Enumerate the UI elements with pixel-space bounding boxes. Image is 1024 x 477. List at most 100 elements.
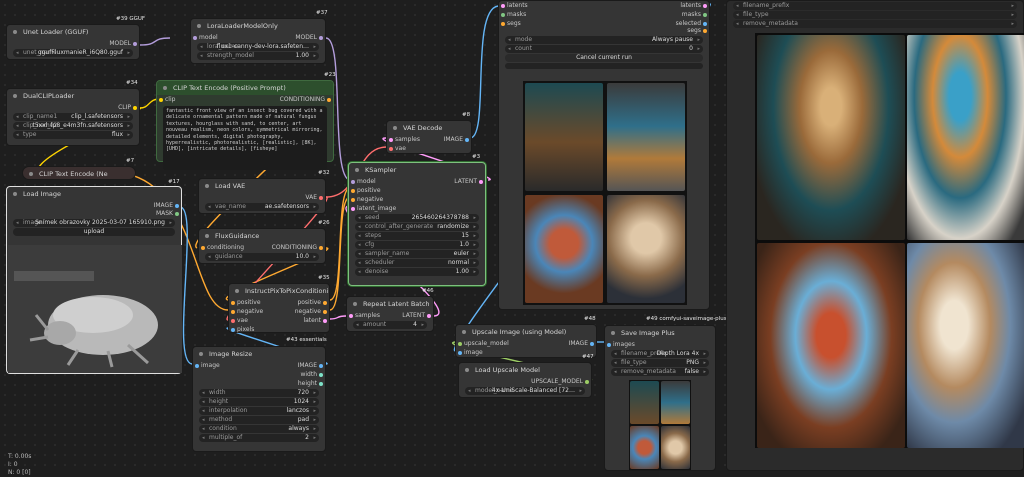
input-socket[interactable] — [351, 197, 355, 202]
large-preview-grid[interactable] — [755, 33, 1024, 448]
large-thumbnail[interactable] — [907, 243, 1024, 448]
output-socket[interactable] — [319, 363, 323, 368]
input-socket[interactable] — [349, 313, 353, 318]
output-socket[interactable] — [465, 137, 469, 142]
preview-thumbnail[interactable] — [525, 195, 603, 303]
width-widget[interactable]: width720 — [199, 389, 319, 397]
lora-name-widget[interactable]: lora_nameflux1-canny-dev-lora.safeten… — [197, 43, 319, 51]
condition-widget[interactable]: conditionalways — [199, 425, 319, 433]
upload-button[interactable]: upload — [13, 228, 175, 236]
method-widget[interactable]: methodpad — [199, 416, 319, 424]
output-socket[interactable] — [319, 372, 323, 377]
control-after-generate-widget[interactable]: control_after_generaterandomize — [355, 223, 479, 231]
output-socket[interactable] — [703, 21, 707, 26]
input-socket[interactable] — [201, 245, 205, 250]
output-socket[interactable] — [323, 300, 327, 305]
node-dualclip-loader[interactable]: DualCLIPLoader CLIP clip_name1clip_l.saf… — [6, 88, 140, 146]
large-thumbnail[interactable] — [907, 35, 1024, 240]
vae-name-widget[interactable]: vae_nameae.safetensors — [205, 203, 319, 211]
save-thumbnail[interactable] — [630, 381, 659, 424]
type-widget[interactable]: typeflux — [13, 131, 133, 139]
node-vae-decode[interactable]: VAE Decode samples IMAGE vae — [386, 120, 472, 154]
filename-prefix-widget[interactable]: filename_prefixDepth Lora 4x — [611, 350, 709, 358]
save-thumbnail[interactable] — [661, 426, 690, 469]
output-socket[interactable] — [327, 97, 331, 102]
node-clip-text-encode-negative[interactable]: CLIP Text Encode (Ne — [22, 166, 136, 180]
count-widget[interactable]: count0 — [505, 45, 703, 53]
model-name-widget[interactable]: model_name4x-UniScale-Balanced [72… — [465, 387, 585, 395]
prompt-textarea[interactable]: fantastic front view of an insect bug co… — [163, 106, 327, 170]
strength-widget[interactable]: strength_model1.00 — [197, 52, 319, 60]
save-thumbnail[interactable] — [661, 381, 690, 424]
node-image-resize[interactable]: Image Resize image IMAGE width height wid… — [192, 346, 326, 452]
input-socket[interactable] — [389, 137, 393, 142]
large-thumbnail[interactable] — [757, 35, 905, 240]
input-socket[interactable] — [159, 97, 163, 102]
node-lora-loader[interactable]: LoraLoaderModelOnly model MODEL lora_name… — [190, 18, 326, 64]
output-socket[interactable] — [479, 179, 483, 184]
clip-name2-widget[interactable]: clip_name2t5xxl_fp8_e4m3fn.safetensors — [13, 122, 133, 130]
input-socket[interactable] — [351, 206, 355, 211]
node-image-chooser[interactable]: latents latents masks masks segs selected s… — [498, 0, 710, 310]
preview-thumbnail[interactable] — [607, 195, 685, 303]
node-ksampler[interactable]: KSampler model LATENT positive negative l… — [348, 162, 486, 286]
input-socket[interactable] — [231, 318, 235, 323]
output-socket[interactable] — [133, 41, 137, 46]
input-socket[interactable] — [195, 363, 199, 368]
output-socket[interactable] — [703, 3, 707, 8]
preview-thumbnail[interactable] — [607, 83, 685, 191]
remove-metadata-widget[interactable]: remove_metadatafalse — [611, 368, 709, 376]
input-socket[interactable] — [389, 146, 393, 151]
output-socket[interactable] — [427, 313, 431, 318]
output-socket[interactable] — [319, 245, 323, 250]
output-socket[interactable] — [703, 28, 707, 33]
image-file-widget[interactable]: imageSnímek obrazovky 2025-03-07 165910.… — [13, 219, 175, 227]
node-load-image[interactable]: Load Image IMAGE MASK imageSnímek obrazo… — [6, 186, 182, 374]
output-socket[interactable] — [133, 105, 137, 110]
node-upscale-image[interactable]: Upscale Image (using Model) upscale_mode… — [455, 324, 597, 358]
node-flux-guidance[interactable]: FluxGuidance conditioning CONDITIONING gu… — [198, 228, 326, 264]
file-type-widget[interactable]: file_typePNG — [611, 359, 709, 367]
output-socket[interactable] — [175, 203, 179, 208]
input-socket[interactable] — [501, 21, 505, 26]
output-socket[interactable] — [703, 12, 707, 17]
height-widget[interactable]: height1024 — [199, 398, 319, 406]
preview-grid[interactable] — [523, 81, 687, 305]
output-socket[interactable] — [323, 318, 327, 323]
input-socket[interactable] — [231, 309, 235, 314]
input-socket[interactable] — [458, 341, 462, 346]
interpolation-widget[interactable]: interpolationlanczos — [199, 407, 319, 415]
input-socket[interactable] — [607, 342, 611, 347]
multiple-of-widget[interactable]: multiple_of2 — [199, 434, 319, 442]
node-clip-text-encode-positive[interactable]: CLIP Text Encode (Positive Prompt) clip C… — [156, 80, 334, 170]
output-socket[interactable] — [590, 341, 594, 346]
denoise-widget[interactable]: denoise1.00 — [355, 268, 479, 276]
node-load-vae[interactable]: Load VAE VAE vae_nameae.safetensors — [198, 178, 326, 214]
node-instruct-pix2pix[interactable]: InstructPixToPixConditioning positive pos… — [228, 283, 330, 333]
remove-metadata-input[interactable]: remove_metadata — [733, 20, 1017, 28]
output-socket[interactable] — [319, 381, 323, 386]
node-load-upscale-model[interactable]: Load Upscale Model UPSCALE_MODEL model_n… — [458, 362, 592, 398]
node-save-image-plus[interactable]: Save Image Plus images filename_prefixDe… — [604, 325, 716, 471]
save-thumbnail[interactable] — [630, 426, 659, 469]
seed-widget[interactable]: seed265460264378788 — [355, 214, 479, 222]
cancel-run-button[interactable]: Cancel current run — [505, 54, 703, 62]
save-preview-grid[interactable] — [629, 380, 691, 470]
clip-name1-widget[interactable]: clip_name1clip_l.safetensors — [13, 113, 133, 121]
scheduler-widget[interactable]: schedulernormal — [355, 259, 479, 267]
amount-widget[interactable]: amount4 — [353, 321, 427, 329]
input-socket[interactable] — [193, 35, 197, 40]
guidance-widget[interactable]: guidance10.0 — [205, 253, 319, 261]
output-socket[interactable] — [175, 211, 179, 216]
large-thumbnail[interactable] — [757, 243, 905, 448]
sampler-name-widget[interactable]: sampler_nameeuler — [355, 250, 479, 258]
output-socket[interactable] — [585, 379, 589, 384]
filename-prefix-input[interactable]: filename_prefix — [733, 2, 1017, 10]
node-repeat-latent-batch[interactable]: Repeat Latent Batch samples LATENT amount… — [346, 296, 434, 332]
input-socket[interactable] — [351, 179, 355, 184]
mode-widget[interactable]: modeAlways pause — [505, 36, 703, 44]
node-unet-loader[interactable]: Unet Loader (GGUF) MODEL unet_nameggufFl… — [6, 24, 140, 60]
file-type-input[interactable]: file_type — [733, 11, 1017, 19]
steps-widget[interactable]: steps15 — [355, 232, 479, 240]
input-socket[interactable] — [231, 327, 235, 332]
